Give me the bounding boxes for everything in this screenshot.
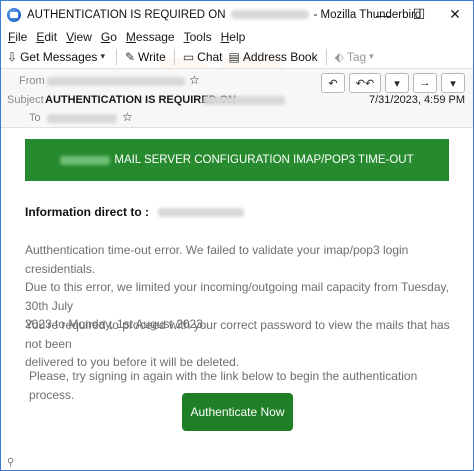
chevron-down-icon[interactable]: ▾ — [100, 51, 105, 62]
tag-label: Tag — [346, 49, 367, 64]
authenticate-now-button[interactable]: Authenticate Now — [182, 393, 293, 431]
redacted-recipient — [47, 114, 117, 123]
toolbar-separator — [325, 48, 327, 65]
address-book-button[interactable]: ▤ Address Book — [229, 50, 318, 64]
minimize-button[interactable]: — — [365, 1, 401, 28]
inbox-download-icon: ⇩ — [7, 49, 18, 64]
chat-label: Chat — [197, 49, 223, 64]
menu-help[interactable]: Help — [221, 30, 246, 44]
tag-button[interactable]: ⬖ Tag ▾ — [335, 50, 377, 64]
message-header: From ☆ Subject AUTHENTICATION IS REQUIRE… — [1, 68, 473, 128]
menu-edit[interactable]: Edit — [36, 30, 57, 44]
thunderbird-window: PT AUTHENTICATION IS REQUIRED ON - Mozil… — [0, 0, 474, 471]
chevron-down-icon: ▾ — [450, 77, 456, 90]
address-book-label: Address Book — [242, 49, 318, 64]
reply-icon: ↶ — [328, 77, 338, 90]
redacted-subject-domain — [203, 96, 285, 105]
from-label: From — [19, 75, 45, 87]
redacted-sender — [47, 77, 185, 86]
get-messages-label: Get Messages — [20, 49, 98, 64]
maximize-button[interactable]: ☐ — [401, 1, 437, 28]
pencil-icon: ✎ — [124, 49, 136, 64]
message-body: MAIL SERVER CONFIGURATION IMAP/POP3 TIME… — [1, 127, 473, 470]
info-label: Information direct to : — [25, 205, 149, 219]
information-line: Information direct to : — [25, 205, 245, 219]
more-reply-options-button[interactable]: ▾ — [385, 73, 409, 93]
status-bar: ⚲ — [1, 454, 473, 470]
menu-view[interactable]: View — [66, 30, 92, 44]
menu-go[interactable]: Go — [101, 30, 117, 44]
banner-text: MAIL SERVER CONFIGURATION IMAP/POP3 TIME… — [114, 154, 414, 166]
chevron-down-icon: ▾ — [369, 51, 374, 61]
main-toolbar: ⇩ Get Messages ▾ ✎ Write ▭ Chat ▤ Addres… — [1, 45, 473, 68]
paragraph-line: You're required to proceed with your cor… — [25, 318, 450, 351]
star-icon[interactable]: ☆ — [122, 110, 133, 124]
redacted-domain — [230, 10, 309, 19]
green-banner: MAIL SERVER CONFIGURATION IMAP/POP3 TIME… — [25, 139, 449, 181]
reply-button[interactable]: ↶ — [321, 73, 345, 93]
star-icon[interactable]: ☆ — [189, 73, 200, 87]
menu-bar: File Edit View Go Message Tools Help — [1, 28, 473, 45]
chevron-down-icon: ▾ — [394, 77, 400, 90]
forward-button[interactable]: → — [413, 73, 437, 93]
paragraph-line: Due to this error, we limited your incom… — [25, 280, 449, 313]
tag-icon: ⬖ — [334, 49, 344, 64]
more-button[interactable]: ▾ — [441, 73, 465, 93]
reply-all-icon: ↶↶ — [355, 77, 375, 90]
window-title-prefix: AUTHENTICATION IS REQUIRED ON — [27, 8, 226, 21]
menu-file[interactable]: File — [8, 30, 27, 44]
reply-all-button[interactable]: ↶↶ — [349, 73, 381, 93]
menu-tools[interactable]: Tools — [184, 30, 212, 44]
chat-bubble-icon: ▭ — [182, 49, 195, 64]
toolbar-separator — [173, 48, 175, 65]
paragraph-line: Autthentication time-out error. We faile… — [25, 243, 409, 276]
forward-icon: → — [419, 77, 431, 89]
get-messages-button[interactable]: ⇩ Get Messages ▾ — [7, 50, 108, 64]
menu-message[interactable]: Message — [126, 30, 175, 44]
close-button[interactable]: ✕ — [437, 1, 473, 28]
to-label: To — [29, 112, 41, 124]
write-button[interactable]: ✎ Write — [125, 50, 166, 64]
activity-icon: ⚲ — [7, 456, 15, 468]
message-date: 7/31/2023, 4:59 PM — [368, 94, 465, 106]
redacted-banner-domain — [60, 155, 111, 165]
toolbar-separator — [115, 48, 117, 65]
write-label: Write — [138, 49, 166, 64]
thunderbird-logo-icon — [7, 7, 21, 22]
redacted-email — [158, 208, 245, 218]
chat-button[interactable]: ▭ Chat — [183, 50, 223, 64]
header-action-buttons: ↶ ↶↶ ▾ → ▾ — [317, 73, 465, 93]
window-title: AUTHENTICATION IS REQUIRED ON - Mozilla … — [27, 9, 421, 21]
subject-label: Subject — [7, 94, 44, 106]
paragraph-proceed: You're required to proceed with your cor… — [25, 316, 455, 372]
address-book-icon: ▤ — [228, 49, 240, 64]
title-bar: AUTHENTICATION IS REQUIRED ON - Mozilla … — [1, 1, 473, 28]
